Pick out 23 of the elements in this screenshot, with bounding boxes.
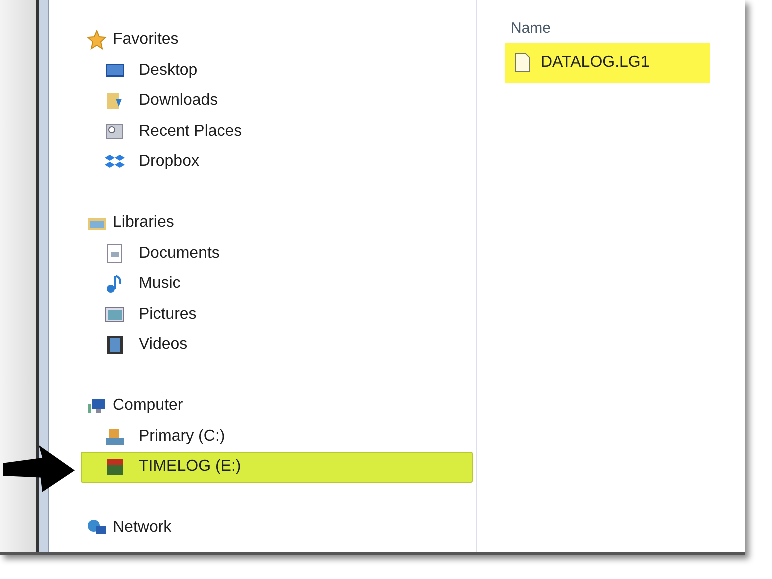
tree-item[interactable]: Documents — [81, 238, 473, 269]
tree-item[interactable]: Videos — [81, 330, 473, 360]
column-header[interactable]: Name — [511, 20, 552, 37]
pictures-icon — [105, 304, 125, 325]
tree-item[interactable]: Downloads — [81, 86, 473, 116]
file-icon — [515, 53, 531, 73]
tree-group-label[interactable]: Computer — [113, 397, 184, 416]
tree-item[interactable]: Recent Places — [81, 116, 473, 147]
document-icon — [105, 244, 125, 264]
tree-group-label[interactable]: Network — [113, 519, 172, 538]
videos-icon — [105, 335, 125, 356]
tree-item[interactable]: Pictures — [81, 300, 473, 330]
tree-group-label[interactable]: Libraries — [113, 214, 174, 232]
drive-icon — [105, 426, 125, 447]
tree-item[interactable]: TIMELOG (E:) — [81, 452, 473, 482]
downloads-icon — [105, 91, 125, 112]
tree-group-label[interactable]: Favorites — [113, 31, 179, 50]
tree-item[interactable]: Primary (C:) — [81, 422, 473, 452]
tree-item[interactable]: Dropbox — [81, 147, 473, 178]
tree-item[interactable]: Desktop — [81, 56, 473, 86]
file-item[interactable]: DATALOG.LG1 — [505, 43, 710, 83]
tree-item[interactable]: Music — [81, 269, 473, 300]
star-icon — [87, 30, 107, 50]
